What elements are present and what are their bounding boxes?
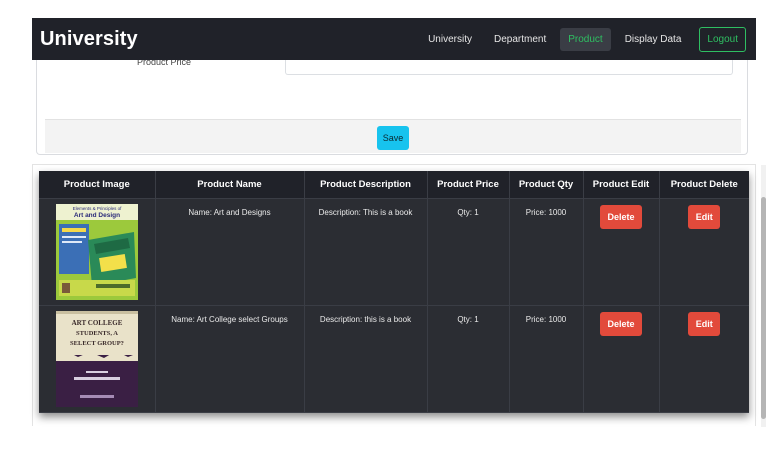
- header-product-price: Product Price: [427, 171, 510, 199]
- nav-item-display-data[interactable]: Display Data: [617, 28, 690, 51]
- nav-links: University Department Product Display Da…: [414, 18, 746, 60]
- cover-title-line1: ART COLLEGE: [71, 319, 122, 327]
- edit-button[interactable]: Edit: [688, 311, 721, 336]
- nav-item-product[interactable]: Product: [560, 27, 611, 51]
- product-table-card: Product Image Product Name Product Descr…: [39, 171, 749, 413]
- product-qty-cell: Price: 1000: [509, 198, 584, 306]
- cover-title-line3: SELECT GROUP?: [70, 340, 124, 347]
- product-name-cell: Name: Art College select Groups: [155, 305, 305, 413]
- edit-button[interactable]: Edit: [688, 204, 721, 229]
- product-image-cell: Elements & Principles of Art and Design: [39, 198, 156, 306]
- table-header-row: Product Image Product Name Product Descr…: [39, 171, 749, 199]
- header-product-description: Product Description: [304, 171, 428, 199]
- nav-item-university[interactable]: University: [420, 28, 480, 51]
- scrollbar-thumb[interactable]: [761, 197, 766, 419]
- header-product-delete: Product Delete: [659, 171, 749, 199]
- product-price-cell: Qty: 1: [427, 198, 510, 306]
- header-product-edit: Product Edit: [583, 171, 660, 199]
- product-delete-cell: Edit: [659, 305, 749, 413]
- book-cover-art-college-image: ART COLLEGE STUDENTS, A SELECT GROUP?: [55, 310, 138, 407]
- product-edit-cell: Delete: [583, 198, 660, 306]
- product-table: Product Image Product Name Product Descr…: [39, 171, 749, 413]
- cover-title-line2: STUDENTS, A: [76, 330, 118, 337]
- product-description-cell: Description: This is a book: [304, 198, 428, 306]
- header-product-qty: Product Qty: [509, 171, 584, 199]
- product-description-cell: Description: this is a book: [304, 305, 428, 413]
- nav-item-department[interactable]: Department: [486, 28, 554, 51]
- form-footer: Save: [45, 119, 741, 153]
- product-delete-cell: Edit: [659, 198, 749, 306]
- delete-button[interactable]: Delete: [600, 204, 642, 229]
- logout-button[interactable]: Logout: [699, 26, 746, 52]
- header-product-image: Product Image: [39, 171, 156, 199]
- book-cover-art-and-design-image: Elements & Principles of Art and Design: [55, 203, 138, 300]
- table-container: Product Image Product Name Product Descr…: [32, 164, 756, 426]
- cover-title-line1: Elements & Principles of: [72, 206, 122, 211]
- product-price-cell: Qty: 1: [427, 305, 510, 413]
- product-qty-cell: Price: 1000: [509, 305, 584, 413]
- cover-title-line2: Art and Design: [74, 212, 120, 219]
- product-image-cell: ART COLLEGE STUDENTS, A SELECT GROUP?: [39, 305, 156, 413]
- navbar: University University Department Product…: [32, 18, 756, 60]
- header-product-name: Product Name: [155, 171, 305, 199]
- product-form-card: Product Price Save: [36, 57, 748, 155]
- product-name-cell: Name: Art and Designs: [155, 198, 305, 306]
- page: Product Price Save University University…: [0, 0, 781, 470]
- vertical-scrollbar[interactable]: [761, 165, 766, 427]
- table-row: ART COLLEGE STUDENTS, A SELECT GROUP? Na…: [39, 305, 749, 413]
- product-edit-cell: Delete: [583, 305, 660, 413]
- table-row: Elements & Principles of Art and Design: [39, 198, 749, 306]
- brand-title[interactable]: University: [40, 28, 138, 51]
- save-button[interactable]: Save: [377, 126, 409, 150]
- delete-button[interactable]: Delete: [600, 311, 642, 336]
